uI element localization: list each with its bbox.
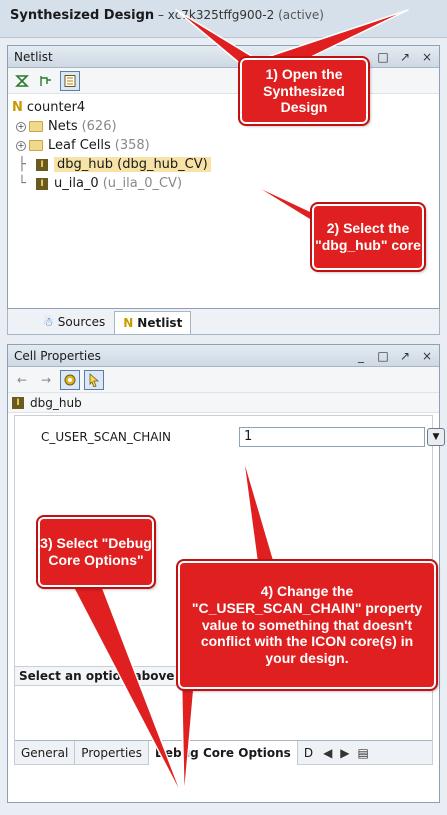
chevron-down-icon[interactable]: ▼ bbox=[427, 428, 445, 446]
design-title-bar: Synthesized Design – xc7k325tffg900-2 (a… bbox=[0, 0, 447, 38]
forward-icon[interactable]: → bbox=[36, 370, 56, 390]
tab-nav-left-icon[interactable]: ◀ bbox=[319, 746, 336, 760]
folder-icon bbox=[29, 121, 43, 132]
sources-icon: ☃ bbox=[43, 315, 54, 329]
netlist-title: Netlist bbox=[14, 49, 53, 64]
select-pointer-icon[interactable] bbox=[84, 369, 104, 390]
netlist-header: Netlist □ ↗ × bbox=[8, 46, 439, 68]
tree-root-label: counter4 bbox=[26, 100, 86, 115]
back-icon[interactable]: ← bbox=[12, 370, 32, 390]
property-name: C_USER_SCAN_CHAIN bbox=[41, 430, 172, 444]
netlist-root-icon: N bbox=[12, 100, 23, 115]
leaf-cells-label: Leaf Cells bbox=[48, 138, 111, 153]
tree-item-u-ila[interactable]: └ I u_ila_0 (u_ila_0_CV) bbox=[12, 174, 435, 193]
cell-icon: I bbox=[36, 158, 48, 171]
cell-icon: I bbox=[36, 177, 48, 190]
tab-sources-label: Sources bbox=[57, 315, 106, 329]
expand-icon[interactable]: + bbox=[16, 121, 26, 132]
settings-icon[interactable] bbox=[60, 369, 80, 390]
callout-select-dbg-hub: 2) Select the "dbg_hub" core bbox=[310, 202, 426, 272]
tab-properties[interactable]: Properties bbox=[75, 740, 149, 765]
float-icon[interactable]: ↗ bbox=[399, 349, 411, 363]
expand-icon[interactable]: + bbox=[16, 140, 26, 151]
tree-item-dbg-hub[interactable]: ├ I dbg_hub (dbg_hub_CV) bbox=[12, 155, 435, 174]
design-title: Synthesized Design bbox=[10, 8, 155, 23]
collapse-all-icon[interactable] bbox=[12, 71, 32, 91]
dbg-hub-label: dbg_hub (dbg_hub_CV) bbox=[54, 157, 211, 172]
tab-sources[interactable]: ☃ Sources bbox=[34, 310, 114, 334]
tab-nav-right-icon[interactable]: ▶ bbox=[336, 746, 353, 760]
tree-root[interactable]: N counter4 bbox=[12, 98, 435, 117]
tab-list-icon[interactable]: ▤ bbox=[354, 746, 373, 760]
close-icon[interactable]: × bbox=[421, 349, 433, 363]
leaf-cells-count: (358) bbox=[114, 138, 150, 153]
nets-count: (626) bbox=[81, 119, 117, 134]
callout-change-scan-chain: 4) Change the "C_USER_SCAN_CHAIN" proper… bbox=[176, 559, 438, 691]
tree-item-leaf-cells[interactable]: + Leaf Cells (358) bbox=[12, 136, 435, 155]
selected-cell: I dbg_hub bbox=[8, 393, 439, 413]
nets-label: Nets bbox=[48, 119, 78, 134]
folder-icon bbox=[29, 140, 43, 151]
property-row-scan-chain: C_USER_SCAN_CHAIN 1 ▼ bbox=[15, 426, 445, 448]
close-icon[interactable]: × bbox=[421, 50, 433, 64]
u-ila-label: u_ila_0 bbox=[54, 176, 99, 191]
callout-open-design: 1) Open the Synthesized Design bbox=[238, 56, 370, 126]
tab-netlist[interactable]: N Netlist bbox=[114, 311, 192, 334]
cell-properties-toolbar: ← → bbox=[8, 367, 439, 393]
cell-properties-title: Cell Properties bbox=[14, 348, 101, 363]
netlist-toolbar bbox=[8, 68, 439, 94]
callout-debug-core-options: 3) Select "Debug Core Options" bbox=[36, 515, 156, 589]
cell-properties-header: Cell Properties _ □ ↗ × bbox=[8, 345, 439, 367]
tab-debug-core-options[interactable]: Debug Core Options bbox=[148, 740, 298, 765]
tree-item-nets[interactable]: + Nets (626) bbox=[12, 117, 435, 136]
properties-tab-strip: General Properties Debug Core Options D … bbox=[15, 740, 432, 765]
tab-general[interactable]: General bbox=[15, 740, 76, 765]
maximize-icon[interactable]: □ bbox=[377, 349, 389, 363]
tab-netlist-label: Netlist bbox=[137, 316, 183, 330]
netlist-icon: N bbox=[123, 316, 134, 330]
minimize-icon[interactable]: _ bbox=[355, 349, 367, 363]
selected-cell-label: dbg_hub bbox=[30, 395, 82, 410]
design-part: – xc7k325tffg900-2 bbox=[157, 8, 275, 22]
show-hierarchy-icon[interactable] bbox=[60, 70, 80, 91]
scan-chain-value-field[interactable]: 1 bbox=[239, 427, 425, 447]
float-icon[interactable]: ↗ bbox=[399, 50, 411, 64]
view-tab-strip: ☃ Sources N Netlist bbox=[7, 309, 440, 335]
design-status: (active) bbox=[278, 8, 324, 22]
expand-all-icon[interactable] bbox=[36, 71, 56, 91]
maximize-icon[interactable]: □ bbox=[377, 50, 389, 64]
netlist-tree: N counter4 + Nets (626) + Leaf Cells (35… bbox=[8, 94, 439, 197]
tab-overflow[interactable]: D bbox=[298, 741, 319, 765]
u-ila-sub: (u_ila_0_CV) bbox=[102, 176, 183, 191]
cell-icon: I bbox=[12, 396, 24, 409]
